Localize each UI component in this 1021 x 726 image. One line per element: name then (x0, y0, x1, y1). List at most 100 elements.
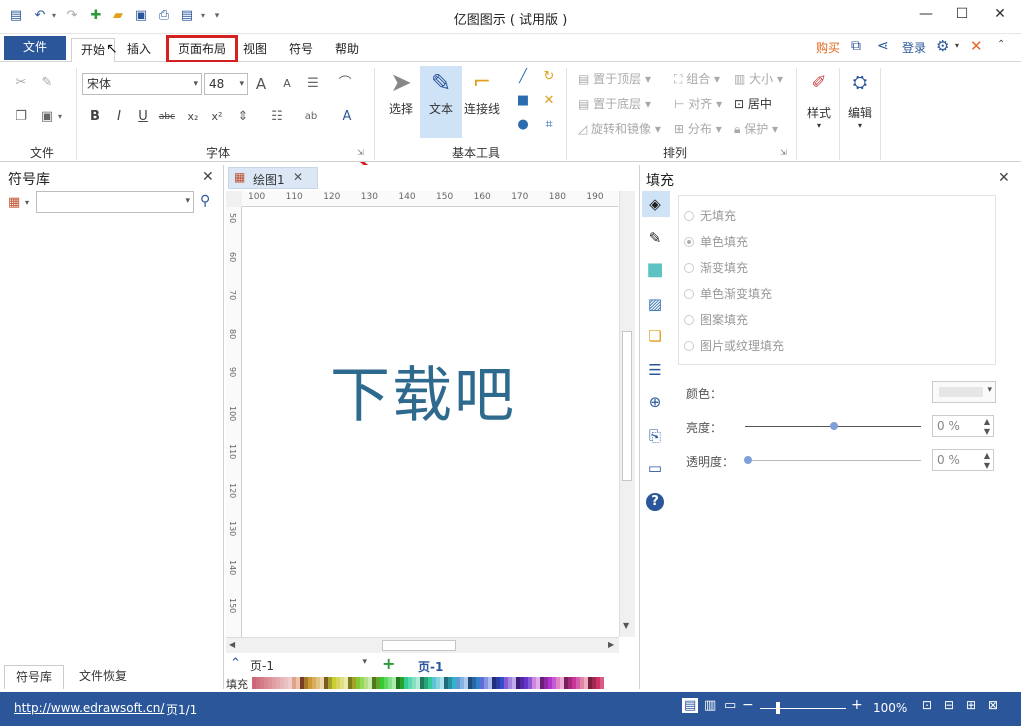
font-name-select[interactable]: 宋体 ▾ (82, 73, 202, 95)
search-icon[interactable]: ⚲ (200, 193, 210, 209)
transparency-slider-handle[interactable] (744, 456, 752, 464)
brightness-input[interactable]: 0 % ▲ ▼ (932, 415, 994, 437)
fill-option-solid[interactable]: 单色填充 (684, 233, 748, 250)
fill-bucket-icon[interactable]: ◈ (646, 195, 664, 213)
increase-font-icon[interactable]: A (252, 75, 270, 93)
select-tool-button[interactable]: ➤ 选择 (380, 66, 422, 117)
text-tool-button[interactable]: ✎ 文本 (420, 66, 462, 138)
arrange-dialog-launcher-icon[interactable]: ⇲ (780, 148, 787, 157)
tab-symbol-library[interactable]: 符号库 (4, 665, 64, 689)
text-align-icon[interactable]: ☰ (304, 75, 322, 93)
align-button[interactable]: ⊢ 对齐 ▾ (674, 95, 722, 112)
ellipse-tool-icon[interactable]: ● (514, 116, 532, 134)
zoom-in-icon[interactable]: + (851, 697, 863, 713)
decrease-font-icon[interactable]: A (278, 75, 296, 93)
vertical-scroll-thumb[interactable] (622, 331, 632, 481)
font-color-icon[interactable]: A (338, 108, 356, 126)
vertical-scrollbar[interactable]: ▼ (619, 191, 635, 637)
fill-option-mono-gradient[interactable]: 单色渐变填充 (684, 285, 772, 302)
fill-option-picture[interactable]: 图片或纹理填充 (684, 337, 784, 354)
zoom-out-icon[interactable]: − (742, 697, 754, 713)
page-select[interactable]: 页-1 ▾ (250, 657, 370, 673)
crop-tool-icon[interactable]: ⌗ (540, 116, 558, 134)
shadow-icon[interactable]: ■ (646, 261, 664, 279)
center-button[interactable]: ⊡ 居中 (734, 95, 772, 112)
document-tab[interactable]: ▦ 绘图1 ✕ (228, 167, 318, 189)
size-button[interactable]: ▥ 大小 ▾ (734, 70, 783, 87)
brightness-slider-handle[interactable] (830, 422, 838, 430)
fit-width-icon[interactable]: ⊟ (944, 698, 954, 712)
line-spacing-icon[interactable]: ⇕ (234, 108, 252, 126)
settings-dropdown-icon[interactable]: ▾ (955, 41, 959, 50)
full-screen-icon[interactable]: ⊞ (966, 698, 976, 712)
close-panel-icon[interactable]: ✕ (998, 170, 1010, 186)
subscript-icon[interactable]: x₂ (184, 108, 202, 126)
font-dialog-launcher-icon[interactable]: ⇲ (357, 148, 364, 157)
bold-icon[interactable]: B (86, 108, 104, 126)
fit-page-icon[interactable]: ⊡ (922, 698, 932, 712)
website-link[interactable]: http://www.edrawsoft.cn/ (14, 701, 164, 715)
attachment-icon[interactable]: ⎘ (646, 427, 664, 445)
paste-dropdown-icon[interactable]: ▾ (58, 112, 62, 121)
presentation-icon[interactable]: ▭ (724, 698, 736, 713)
tab-page-layout[interactable]: 页面布局 (166, 35, 239, 63)
scroll-down-icon[interactable]: ▼ (623, 621, 629, 630)
underline-icon[interactable]: U (134, 108, 152, 126)
library-category-icon[interactable]: ▦ (8, 195, 20, 210)
font-size-select[interactable]: 48 ▾ (204, 73, 248, 95)
collapse-ribbon-icon[interactable]: ⌃ (997, 39, 1005, 50)
image-icon[interactable]: ▨ (646, 295, 664, 313)
format-painter-icon[interactable]: ✎ (38, 74, 56, 92)
minimize-button[interactable]: — (916, 6, 936, 26)
zoom-fit-icon[interactable]: ⊠ (988, 698, 998, 712)
symbol-search-input[interactable]: ▾ (36, 191, 194, 213)
close-tab-icon[interactable]: ✕ (293, 170, 303, 184)
bullets-icon[interactable]: ☷ (268, 108, 286, 126)
line-style-icon[interactable]: ✎ (646, 229, 664, 247)
scroll-right-icon[interactable]: ▶ (608, 640, 614, 649)
close-panel-icon[interactable]: ✕ (202, 169, 214, 185)
style-button[interactable]: ✐ 样式 ▾ (800, 68, 838, 130)
superscript-icon[interactable]: x² (208, 108, 226, 126)
page-collapse-icon[interactable]: ⌃ (230, 656, 241, 671)
color-picker[interactable]: ▾ (932, 381, 996, 403)
connector-tool-button[interactable]: ⌐ 连接线 (462, 66, 502, 117)
zoom-slider-track[interactable] (760, 708, 846, 709)
add-page-icon[interactable]: + (382, 654, 395, 673)
hyperlink-icon[interactable]: ⊕ (646, 393, 664, 411)
fill-option-none[interactable]: 无填充 (684, 207, 736, 224)
tab-file-recovery[interactable]: 文件恢复 (68, 665, 138, 689)
scroll-left-icon[interactable]: ◀ (229, 640, 235, 649)
page-icon[interactable]: ☰ (646, 361, 664, 379)
share-screen-icon[interactable]: ⧉ (851, 38, 861, 54)
horizontal-scrollbar[interactable]: ◀ ▶ (226, 637, 619, 653)
page-view-icon[interactable]: ▥ (704, 698, 716, 713)
share-icon[interactable]: ⋖ (877, 38, 889, 54)
send-back-button[interactable]: ▤ 置于底层 ▾ (578, 95, 651, 112)
cut-icon[interactable]: ✂ (12, 74, 30, 92)
bring-front-button[interactable]: ▤ 置于顶层 ▾ (578, 70, 651, 87)
highlight-icon[interactable]: ab (302, 108, 320, 126)
normal-view-icon[interactable]: ▤ (682, 698, 699, 713)
paste-icon[interactable]: ▣ (38, 108, 56, 126)
rectangle-tool-icon[interactable]: ■ (514, 92, 532, 110)
curve-text-icon[interactable]: ⌒ (336, 75, 354, 93)
italic-icon[interactable]: I (110, 108, 128, 126)
settings-gear-icon[interactable]: ⚙ (936, 37, 949, 55)
point-tool-icon[interactable]: ✕ (540, 92, 558, 110)
fill-option-gradient[interactable]: 渐变填充 (684, 259, 748, 276)
fill-option-pattern[interactable]: 图案填充 (684, 311, 748, 328)
transparency-input[interactable]: 0 % ▲ ▼ (932, 449, 994, 471)
rotate-mirror-button[interactable]: ◿ 旋转和镜像 ▾ (578, 120, 661, 137)
horizontal-scroll-thumb[interactable] (382, 640, 456, 651)
edit-button[interactable]: ⛭ 编辑 ▾ (842, 68, 878, 130)
arc-tool-icon[interactable]: ↻ (540, 68, 558, 86)
login-link[interactable]: 登录 (902, 39, 926, 56)
help-icon[interactable]: ? (646, 493, 664, 511)
distribute-button[interactable]: ⊞ 分布 ▾ (674, 120, 722, 137)
drawing-page[interactable]: 下载吧 (242, 207, 618, 637)
copy-icon[interactable]: ❐ (12, 108, 30, 126)
line-tool-icon[interactable]: ╱ (514, 68, 532, 86)
protect-button[interactable]: 🔒︎ 保护 ▾ (734, 120, 778, 137)
layer-icon[interactable]: ❏ (646, 327, 664, 345)
